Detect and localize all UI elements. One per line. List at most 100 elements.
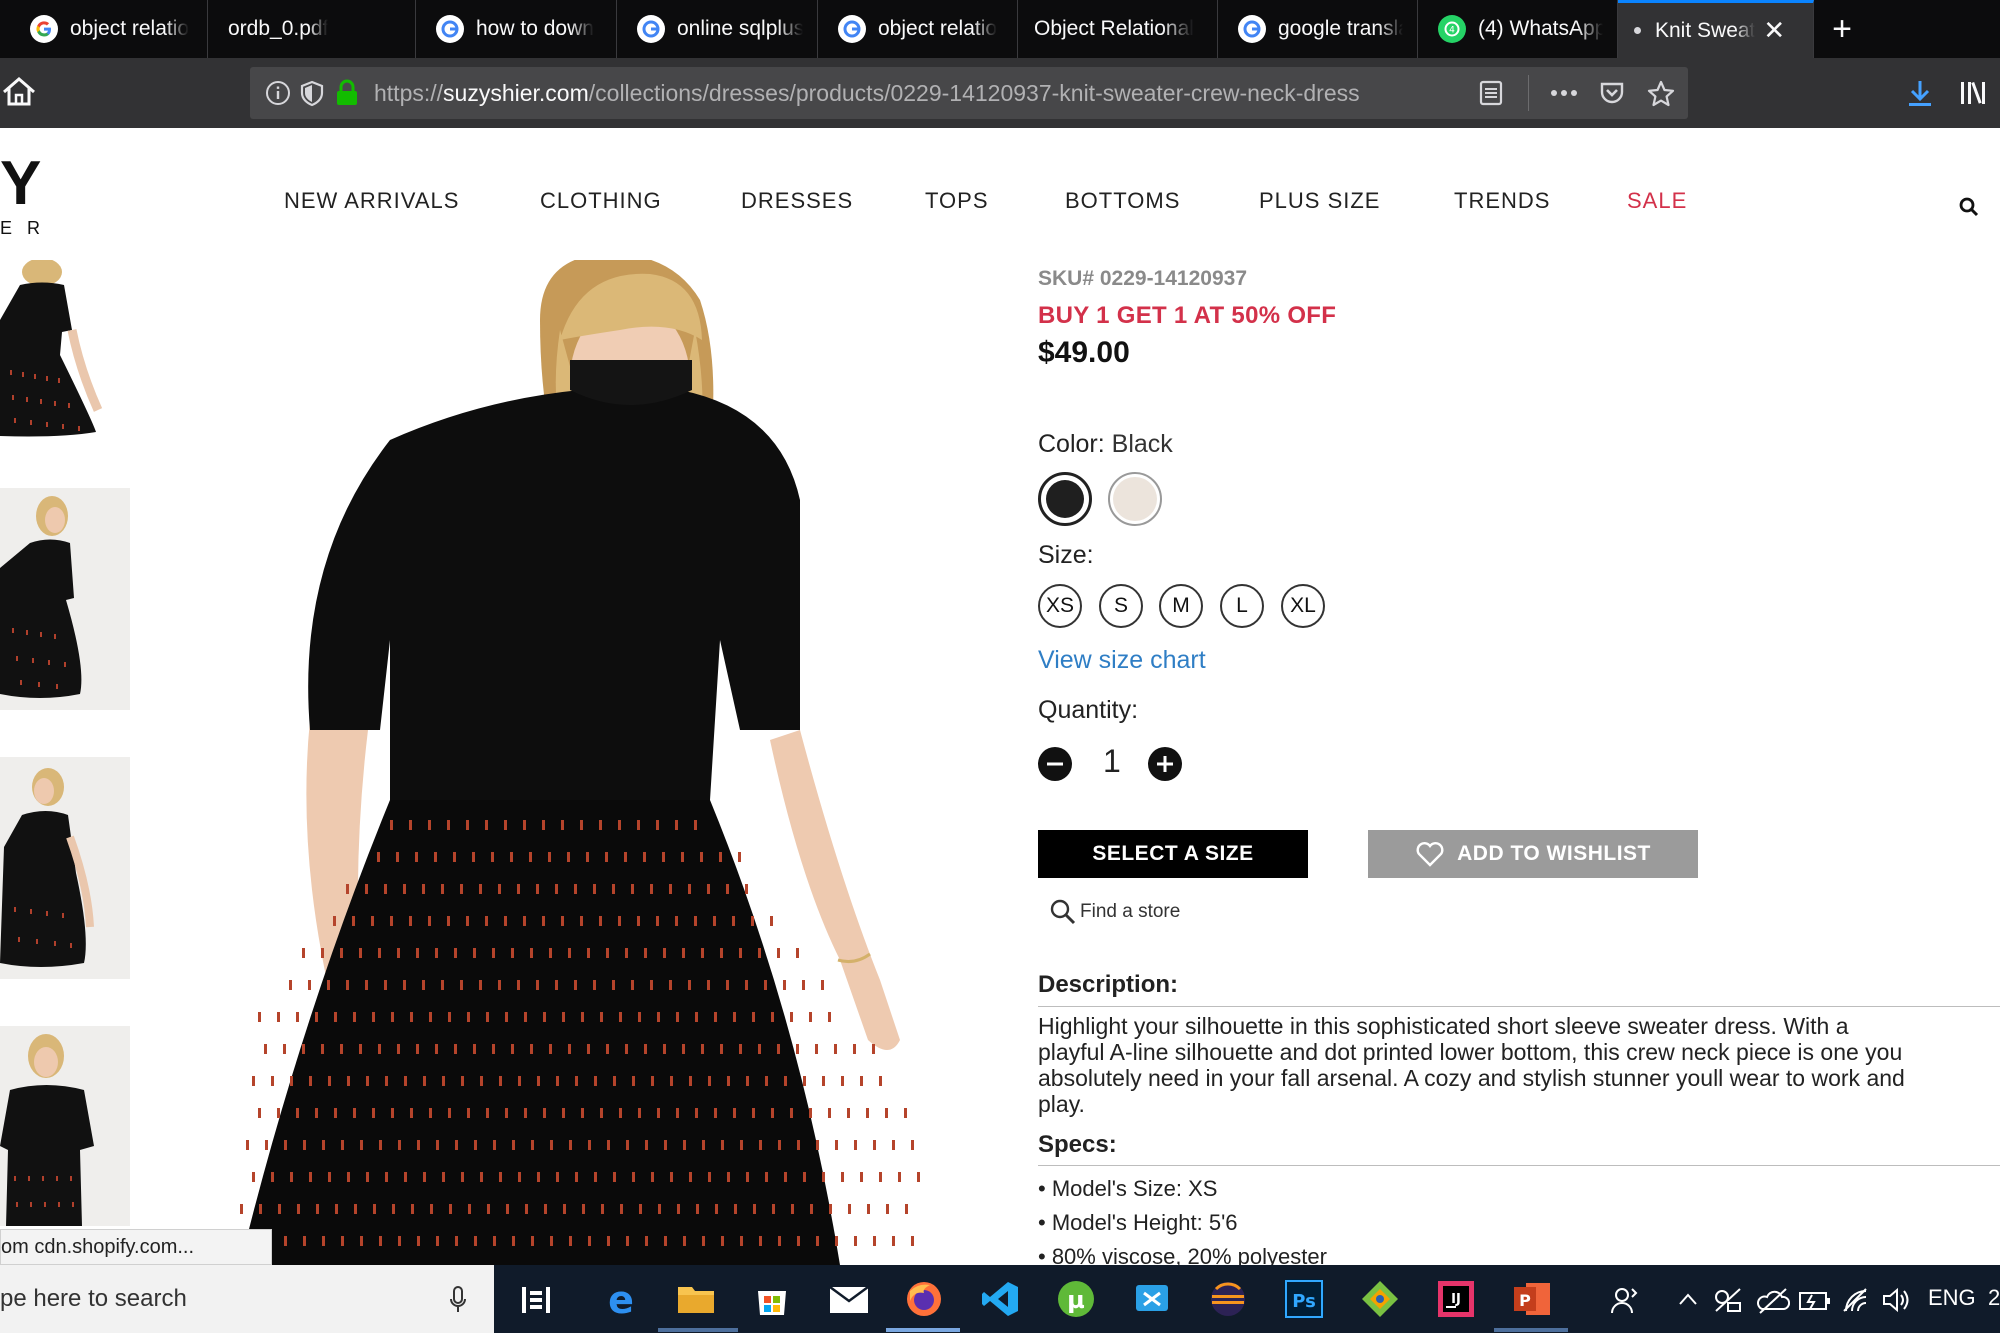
size-option-xs[interactable]: XS [1038,584,1082,628]
chevron-up-icon[interactable] [1677,1289,1699,1309]
product-thumbnail[interactable] [0,260,130,442]
file-explorer-icon[interactable] [676,1279,716,1319]
onedrive-icon[interactable] [1756,1285,1790,1315]
pocket-icon[interactable] [1598,79,1626,107]
size-option-m[interactable]: M [1159,584,1203,628]
color-swatch-cream[interactable] [1108,472,1162,526]
intellij-icon[interactable]: IJ [1436,1279,1476,1319]
skirt-dot [284,1140,287,1150]
info-icon[interactable] [264,79,292,107]
search-icon[interactable] [1958,196,1980,218]
browser-tab[interactable]: google transla [1218,0,1418,58]
skirt-dot [340,948,343,958]
nav-clothing[interactable]: CLOTHING [540,188,662,214]
bookmark-star-icon[interactable] [1646,79,1676,109]
browser-tab-active[interactable]: Knit Sweat ✕ [1618,0,1814,58]
photoshop-icon[interactable]: Ps [1284,1279,1324,1319]
powerpoint-icon[interactable]: P [1512,1279,1552,1319]
skirt-dot [486,1012,489,1022]
language-indicator[interactable]: ENG [1928,1285,1976,1311]
reader-view-icon[interactable] [1478,79,1504,107]
product-thumbnail[interactable] [0,757,130,979]
size-option-xl[interactable]: XL [1281,584,1325,628]
skirt-dot [828,1012,831,1022]
utorrent-icon[interactable]: µ [1056,1279,1096,1319]
find-a-store-link[interactable]: Find a store [1048,897,1180,927]
browser-tab[interactable]: online sqlplus [617,0,818,58]
browser-tab[interactable]: how to down [416,0,617,58]
browser-tab[interactable]: Object Relational [1018,0,1218,58]
eclipse-icon[interactable] [1208,1279,1248,1319]
taskbar-search-box[interactable]: pe here to search [0,1265,494,1333]
nav-trends[interactable]: TRENDS [1454,188,1550,214]
download-icon[interactable] [1906,78,1934,108]
microphone-icon[interactable] [448,1285,468,1315]
close-tab-icon[interactable]: ✕ [1763,15,1785,46]
active-app-indicator [886,1328,960,1332]
lock-icon[interactable] [334,79,360,107]
skirt-dot [524,1108,527,1118]
nav-plus-size[interactable]: PLUS SIZE [1259,188,1380,214]
task-view-icon[interactable] [520,1285,552,1315]
people-icon[interactable] [1610,1285,1640,1315]
network-status-icon[interactable] [1712,1285,1744,1315]
skirt-dot [618,820,621,830]
quantity-value[interactable]: 1 [1103,743,1121,780]
git-icon[interactable] [1360,1279,1400,1319]
nav-tops[interactable]: TOPS [925,188,989,214]
skirt-dot [550,1236,553,1246]
edge-icon[interactable]: e [601,1278,641,1322]
skirt-dot [835,1236,838,1246]
view-size-chart-link[interactable]: View size chart [1038,646,1206,675]
shield-icon[interactable] [298,79,326,107]
product-thumbnail[interactable] [0,1026,130,1226]
selected-color-value: Black [1111,430,1173,458]
browser-tab[interactable]: ordb_0.pdf [208,0,416,58]
library-icon[interactable] [1958,78,1988,108]
nav-dresses[interactable]: DRESSES [741,188,853,214]
product-main-image[interactable] [240,260,920,1265]
skirt-dot [599,916,602,926]
color-swatch-black[interactable] [1038,472,1092,526]
quantity-increase-button[interactable] [1148,747,1182,781]
skirt-dot [821,980,824,990]
vscode-icon[interactable] [980,1279,1020,1319]
skirt-dot [284,1236,287,1246]
size-option-s[interactable]: S [1099,584,1143,628]
skirt-dot [353,1012,356,1022]
firefox-icon[interactable] [904,1279,944,1319]
url-text[interactable]: https://suzyshier.com/collections/dresse… [374,80,1360,107]
wifi-icon[interactable] [1840,1285,1872,1315]
add-to-wishlist-button[interactable]: ADD TO WISHLIST [1368,830,1698,878]
url-bar[interactable]: https://suzyshier.com/collections/dresse… [250,67,1688,119]
skirt-dot [797,1236,800,1246]
more-actions-icon[interactable] [1548,79,1580,107]
quantity-decrease-button[interactable] [1038,747,1072,781]
mail-icon[interactable] [828,1279,869,1319]
browser-tab[interactable]: object relatio [0,0,208,58]
skirt-dot [745,884,748,894]
nav-sale[interactable]: SALE [1627,188,1687,214]
skirt-dot [663,1044,666,1054]
home-icon[interactable] [0,72,38,112]
skirt-dot [879,1172,882,1182]
browser-tab[interactable]: object relatio [818,0,1018,58]
skirt-dot [721,1140,724,1150]
skirt-dot [453,852,456,862]
snip-tool-icon[interactable] [1132,1279,1172,1319]
nav-new-arrivals[interactable]: NEW ARRIVALS [284,188,459,214]
skirt-dot [599,820,602,830]
clock[interactable]: 2 [1988,1285,2000,1311]
select-size-button[interactable]: SELECT A SIZE [1038,830,1308,878]
browser-tab[interactable]: 4 (4) WhatsApp [1418,0,1618,58]
nav-bottoms[interactable]: BOTTOMS [1065,188,1180,214]
battery-icon[interactable] [1798,1287,1832,1313]
size-option-l[interactable]: L [1220,584,1264,628]
skirt-dot [409,916,412,926]
volume-icon[interactable] [1880,1285,1912,1315]
svg-text:IJ: IJ [1451,1292,1461,1307]
microsoft-store-icon[interactable] [752,1279,792,1319]
skirt-dot [739,1044,742,1054]
new-tab-button[interactable]: + [1814,0,1870,58]
product-thumbnail[interactable] [0,488,130,710]
